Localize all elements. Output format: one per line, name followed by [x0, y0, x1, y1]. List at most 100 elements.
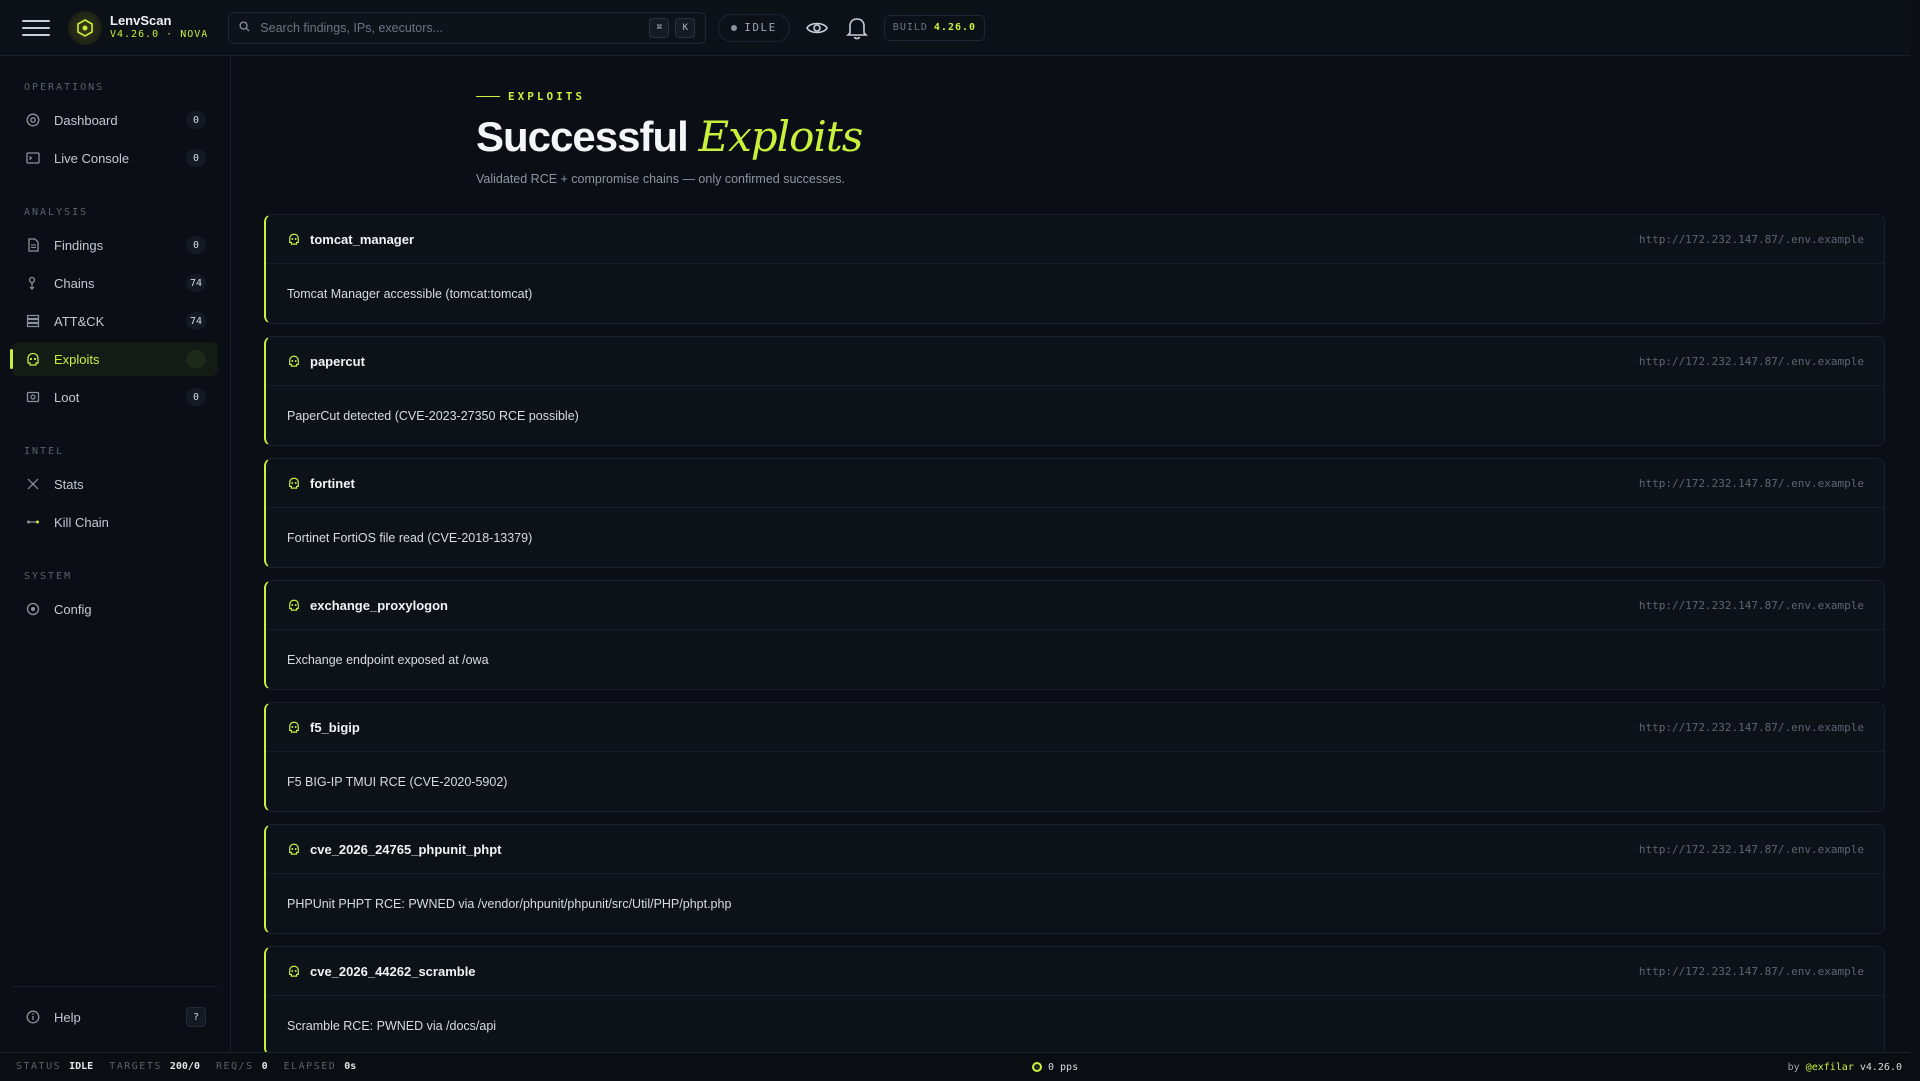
- section-analysis: ANALYSIS: [24, 207, 89, 218]
- exploit-description: Tomcat Manager accessible (tomcat:tomcat…: [287, 287, 533, 301]
- elapsed-value: 0s: [344, 1061, 357, 1072]
- targets-key: TARGETS: [109, 1061, 162, 1072]
- section-intel: INTEL: [24, 446, 65, 457]
- build-value: 4.26.0: [933, 22, 977, 33]
- sidebar-item-exploits[interactable]: Exploits 14: [10, 342, 218, 376]
- scatter-icon: [25, 476, 41, 492]
- sidebar-item-findings[interactable]: Findings 0: [12, 228, 218, 262]
- exploit-target-url[interactable]: http://172.232.147.87/.env.example: [1639, 477, 1864, 490]
- exploit-target-url[interactable]: http://172.232.147.87/.env.example: [1639, 843, 1864, 856]
- eye-icon[interactable]: [804, 15, 830, 41]
- sidebar-item-chains[interactable]: Chains 74: [12, 266, 218, 300]
- pps-dot-icon: [1032, 1062, 1042, 1072]
- exploit-card[interactable]: cve_2026_44262_scramble http://172.232.1…: [264, 946, 1885, 1056]
- sidebar-item-label: Dashboard: [54, 112, 118, 128]
- exploit-target-url[interactable]: http://172.232.147.87/.env.example: [1639, 721, 1864, 734]
- status-value: IDLE: [69, 1061, 94, 1072]
- box-icon: [25, 389, 41, 405]
- skull-icon: [287, 720, 301, 734]
- sidebar-item-live-console[interactable]: Live Console 0: [12, 141, 218, 175]
- section-system: SYSTEM: [24, 571, 73, 582]
- page-subtitle: Validated RCE + compromise chains — only…: [476, 172, 846, 186]
- sidebar-item-dashboard[interactable]: Dashboard 0: [12, 103, 218, 137]
- status-key: STATUS: [16, 1061, 62, 1072]
- reqs-value: 0: [261, 1061, 268, 1072]
- sidebar-item-badge: 74: [186, 274, 206, 292]
- chain-dots-icon: [25, 514, 41, 530]
- sidebar-item-kill-chain[interactable]: Kill Chain: [12, 505, 218, 539]
- page-title-accent: Exploits: [698, 112, 863, 161]
- exploit-card[interactable]: fortinet http://172.232.147.87/.env.exam…: [264, 458, 1885, 568]
- elapsed-key: ELAPSED: [283, 1061, 337, 1072]
- exploit-card[interactable]: f5_bigip http://172.232.147.87/.env.exam…: [264, 702, 1885, 812]
- targets-value: 200/0: [169, 1061, 200, 1072]
- sidebar-item-label: Kill Chain: [54, 514, 109, 530]
- menu-icon[interactable]: [22, 14, 50, 42]
- sidebar-item-label: Loot: [54, 389, 80, 405]
- shortcut-key-cmd: ⌘: [649, 17, 670, 38]
- exploit-target-url[interactable]: http://172.232.147.87/.env.example: [1639, 965, 1864, 978]
- sidebar: OPERATIONS Dashboard 0 Live Console 0 AN…: [0, 56, 231, 1052]
- exploit-description: PaperCut detected (CVE-2023-27350 RCE po…: [287, 409, 579, 423]
- exploit-name: exchange_proxylogon: [310, 597, 448, 613]
- main-content: EXPLOITS Successful Exploits Validated R…: [231, 56, 1910, 1056]
- search-icon: [239, 19, 250, 37]
- status-dot-icon: [731, 24, 738, 31]
- credits-by: by: [1787, 1061, 1800, 1073]
- sidebar-item-label: Findings: [54, 237, 104, 253]
- exploit-name: f5_bigip: [310, 719, 360, 735]
- sidebar-item-label: Live Console: [54, 150, 130, 166]
- sidebar-item-badge: 14: [186, 350, 206, 368]
- sidebar-item-badge: 74: [186, 312, 206, 330]
- status-badge[interactable]: IDLE: [718, 13, 790, 42]
- sidebar-item-label: Chains: [54, 275, 95, 291]
- exploit-card[interactable]: tomcat_manager http://172.232.147.87/.en…: [264, 214, 1885, 324]
- sidebar-item-label: Help: [54, 1009, 81, 1025]
- brand-version: V4.26.0 · NOVA: [110, 28, 209, 40]
- page-title: Successful Exploits: [476, 112, 863, 161]
- eyebrow-label: EXPLOITS: [508, 90, 585, 103]
- sidebar-item-label: Exploits: [54, 351, 100, 367]
- sidebar-item-badge: 0: [186, 149, 206, 167]
- page-title-main: Successful: [476, 113, 689, 160]
- page-eyebrow: EXPLOITS: [476, 90, 585, 103]
- sidebar-item-attack[interactable]: ATT&CK 74: [12, 304, 218, 338]
- gear-icon: [25, 601, 41, 617]
- brand-name: LenvScan: [110, 12, 172, 28]
- search-box: ⌘ K: [228, 11, 707, 44]
- sidebar-item-config[interactable]: Config: [12, 592, 218, 626]
- sidebar-item-label: Config: [54, 601, 92, 617]
- app-version: v4.26.0: [1859, 1061, 1902, 1073]
- credits: by @exfilar v4.26.0: [1788, 1053, 1902, 1081]
- sidebar-item-label: Stats: [54, 476, 84, 492]
- sidebar-item-help[interactable]: Help ?: [12, 1000, 218, 1034]
- skull-icon: [25, 351, 41, 367]
- author-handle[interactable]: @exfilar: [1806, 1062, 1854, 1073]
- skull-icon: [287, 842, 301, 856]
- pps-indicator: 0 pps: [1032, 1053, 1078, 1081]
- sidebar-divider: [12, 986, 218, 987]
- build-badge: BUILD 4.26.0: [883, 14, 986, 41]
- sidebar-item-badge: 0: [186, 388, 206, 406]
- exploit-name: cve_2026_44262_scramble: [310, 963, 476, 979]
- stack-icon: [25, 313, 41, 329]
- exploit-description: Fortinet FortiOS file read (CVE-2018-133…: [287, 531, 533, 545]
- exploit-card[interactable]: exchange_proxylogon http://172.232.147.8…: [264, 580, 1885, 690]
- bell-icon[interactable]: [844, 15, 870, 41]
- skull-icon: [287, 476, 301, 490]
- exploit-target-url[interactable]: http://172.232.147.87/.env.example: [1639, 599, 1864, 612]
- exploit-card[interactable]: papercut http://172.232.147.87/.env.exam…: [264, 336, 1885, 446]
- gauge-icon: [25, 112, 41, 128]
- skull-icon: [287, 354, 301, 368]
- sidebar-item-badge: 0: [186, 236, 206, 254]
- sidebar-item-stats[interactable]: Stats: [12, 467, 218, 501]
- exploit-description: Scramble RCE: PWNED via /docs/api: [287, 1019, 497, 1033]
- exploit-target-url[interactable]: http://172.232.147.87/.env.example: [1639, 233, 1864, 246]
- document-icon: [25, 237, 41, 253]
- brand[interactable]: LenvScan V4.26.0 · NOVA: [68, 10, 209, 45]
- search-input[interactable]: [258, 19, 644, 36]
- sidebar-item-loot[interactable]: Loot 0: [12, 380, 218, 414]
- exploit-card[interactable]: cve_2026_24765_phpunit_phpt http://172.2…: [264, 824, 1885, 934]
- exploit-target-url[interactable]: http://172.232.147.87/.env.example: [1639, 355, 1864, 368]
- exploit-description: F5 BIG-IP TMUI RCE (CVE-2020-5902): [287, 775, 508, 789]
